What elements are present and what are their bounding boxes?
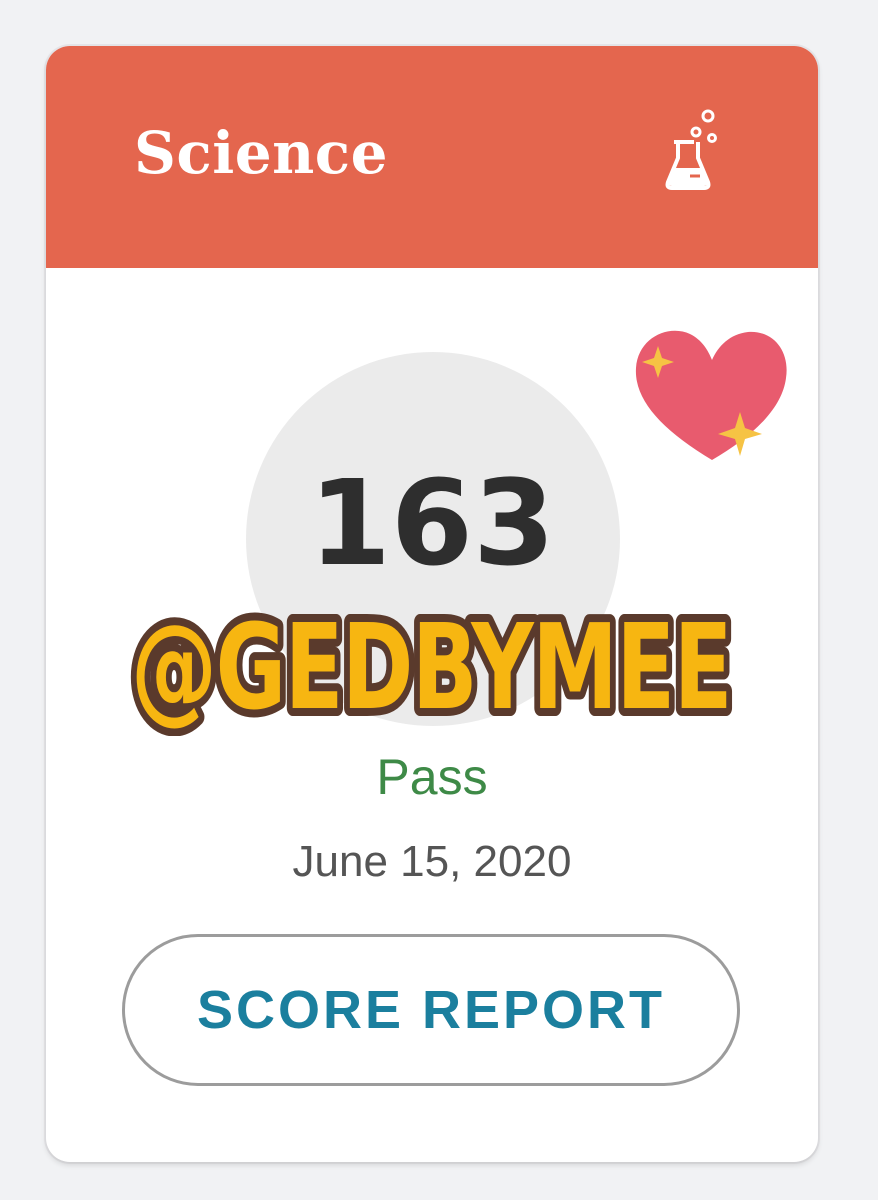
status-label: Pass	[376, 749, 488, 805]
score-value: 163	[308, 454, 556, 592]
page: Science 163 @GEDBYMEE @GEDBYMEE Pass Jun…	[0, 0, 878, 1200]
score-card: Science 163 @GEDBYMEE @GEDBYMEE Pass Jun…	[46, 46, 818, 1162]
test-date: June 15, 2020	[292, 837, 572, 886]
sparkling-heart-icon	[635, 330, 787, 460]
subject-title: Science	[134, 119, 389, 187]
card-header: Science	[46, 46, 818, 268]
score-report-label: SCORE REPORT	[196, 980, 666, 1040]
watermark-text: @GEDBYMEE	[131, 598, 731, 736]
watermark-handle: @GEDBYMEE @GEDBYMEE	[123, 590, 741, 736]
flask-icon	[665, 109, 717, 190]
score-report-button[interactable]: SCORE REPORT	[122, 934, 740, 1086]
